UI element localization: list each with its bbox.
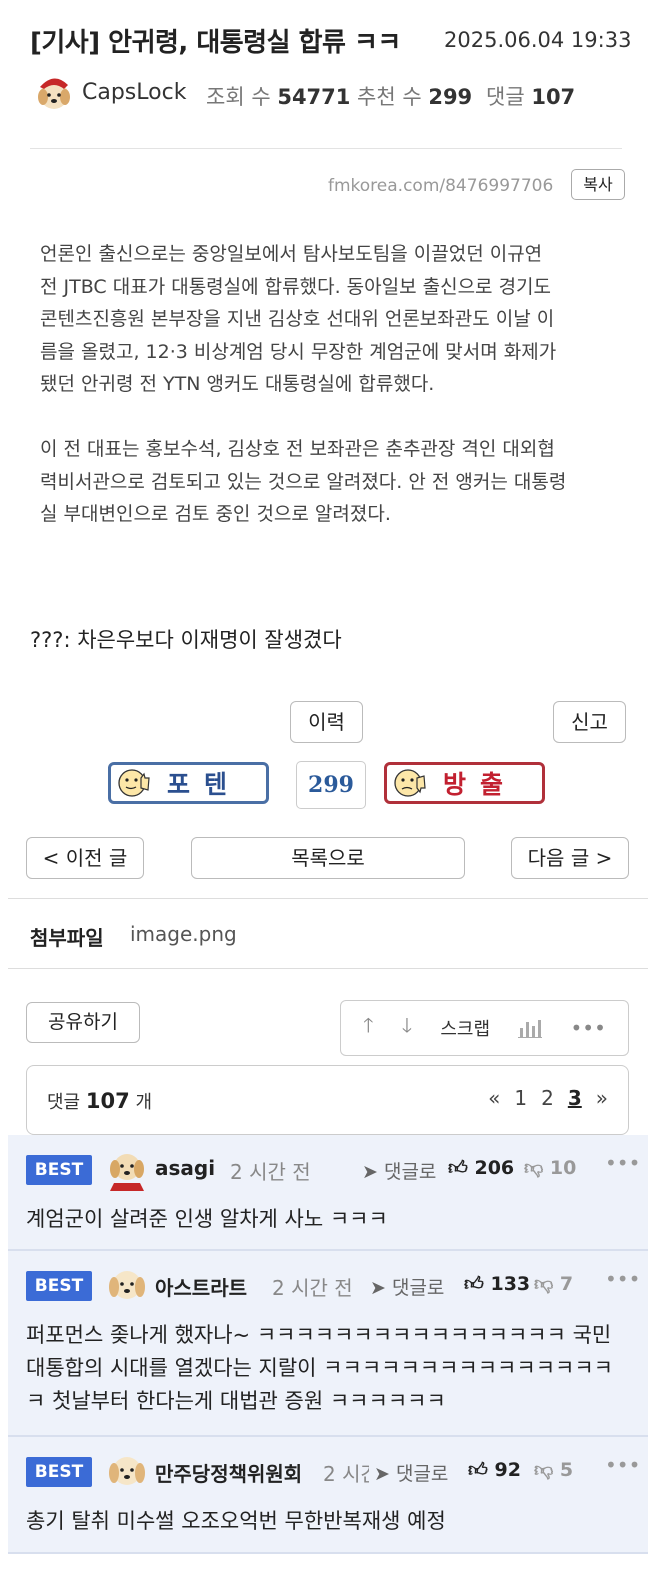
bar-chart-icon[interactable] (518, 1018, 543, 1038)
dog-avatar-icon[interactable] (106, 1263, 148, 1307)
send-icon: ➤ (374, 1463, 396, 1485)
back-to-list-button[interactable]: 목록으로 (191, 837, 465, 879)
divider (8, 898, 648, 899)
dog-avatar-icon[interactable] (106, 1449, 148, 1493)
recommend-label: 추천 수 (357, 85, 422, 109)
thumbs-down-icon: 👎︎ (524, 1157, 550, 1179)
recommend-count: 299 (428, 85, 473, 109)
arrow-down-icon[interactable]: 🡓 (402, 1011, 412, 1045)
reply-button[interactable]: ➤ 댓글로 (358, 1157, 437, 1184)
dog-avatar-icon[interactable] (106, 1147, 148, 1191)
thumbs-up-icon: 👍︎ (464, 1273, 491, 1295)
article-body: 언론인 출신으로는 중앙일보에서 탐사보도팀을 이끌었던 이규연 전 JTBC … (40, 238, 615, 563)
comment-time: 2 시간 전 (272, 1276, 353, 1300)
commenter-name[interactable]: 만주당정책위원회 (155, 1458, 302, 1487)
attachment-label: 첨부파일 (30, 926, 104, 950)
author-name[interactable]: CapsLock (82, 80, 186, 105)
thumbs-down-icon: 👎︎ (534, 1273, 560, 1295)
share-button[interactable]: 공유하기 (26, 1002, 140, 1043)
thumbs-up-face-icon (118, 769, 150, 797)
reply-button[interactable]: ➤ 댓글로 (366, 1273, 445, 1300)
page-link[interactable]: 2 (541, 1086, 554, 1110)
comment-upvote[interactable]: 👍︎ 206 (448, 1157, 514, 1180)
comment-time: 2 시간 전 (230, 1160, 311, 1184)
thumbs-down-icon: 👎︎ (534, 1459, 560, 1481)
commenter-name[interactable]: 아스트라트 (155, 1272, 247, 1301)
comment-text: 계엄군이 살려준 인생 알차게 사노 ㅋㅋㅋ (26, 1207, 388, 1231)
downvote-button[interactable]: 방출 (384, 762, 545, 804)
comment-summary: 댓글 107 개 « 1 2 3 » (26, 1065, 629, 1135)
prev-post-button[interactable]: < 이전 글 (26, 837, 144, 879)
comment-pagination: « 1 2 3 » (488, 1086, 608, 1110)
comment-item: BEST 만주당정책위원회 2 시간 전 ➤ 댓글로 👍︎ 92 👎︎ 5 ••… (8, 1437, 648, 1554)
comments-count: 107 (531, 85, 576, 109)
page-first[interactable]: « (488, 1086, 500, 1110)
post-toolbar: 🡑 🡓 스크랩 ••• (340, 1000, 629, 1056)
arrow-up-icon[interactable]: 🡑 (363, 1011, 373, 1045)
best-badge: BEST (26, 1155, 92, 1185)
article-paragraph: 이 전 대표는 홍보수석, 김상호 전 보좌관은 춘추관장 격인 대외협 력비서… (40, 438, 567, 525)
author-note: ???: 차은우보다 이재명이 잘생겼다 (30, 628, 342, 652)
downvote-label: 방출 (443, 770, 518, 799)
comments-stat: 댓글 107 (486, 81, 575, 111)
comment-upvote[interactable]: 👍︎ 92 (468, 1459, 521, 1482)
page-last[interactable]: » (596, 1086, 608, 1110)
thumbs-down-face-icon (394, 769, 426, 797)
post-title: [기사] 안귀령, 대통령실 합류 ㅋㅋ (30, 28, 401, 58)
post-url: fmkorea.com/8476997706 (328, 176, 554, 196)
next-post-button[interactable]: 다음 글 > (511, 837, 629, 879)
report-button[interactable]: 신고 (553, 701, 626, 743)
copy-url-button[interactable]: 복사 (571, 169, 625, 200)
comment-downvote[interactable]: 👎︎ 10 (524, 1157, 576, 1180)
article-paragraph: 언론인 출신으로는 중앙일보에서 탐사보도팀을 이끌었던 이규연 전 JTBC … (40, 243, 557, 395)
comment-count: 댓글 107 개 (47, 1089, 152, 1113)
comment-downvote[interactable]: 👎︎ 5 (534, 1459, 573, 1482)
send-icon: ➤ (370, 1277, 392, 1299)
upvote-label: 포텐 (167, 770, 242, 799)
history-button[interactable]: 이력 (290, 701, 363, 743)
commenter-name[interactable]: asagi (155, 1156, 215, 1180)
more-icon[interactable]: ••• (570, 1016, 605, 1040)
comment-item: BEST asagi 2 시간 전 ➤ 댓글로 👍︎ 206 👎︎ 10 •••… (8, 1135, 648, 1251)
comments-label: 댓글 (486, 85, 525, 109)
page-link[interactable]: 1 (514, 1086, 527, 1110)
views-stat: 조회 수 54771 (206, 81, 350, 111)
best-badge: BEST (26, 1271, 92, 1301)
comment-text: 퍼포먼스 좆나게 했자나~ ㅋㅋㅋㅋㅋㅋㅋㅋㅋㅋㅋㅋㅋㅋㅋㅋ 국민 대통합의 시… (26, 1323, 613, 1413)
views-count: 54771 (277, 85, 351, 109)
comment-text: 총기 탈취 미수썰 오조오억번 무한반복재생 예정 (26, 1509, 446, 1533)
send-icon: ➤ (362, 1161, 384, 1183)
vote-count: 299 (296, 761, 366, 809)
comment-item: BEST 아스트라트 2 시간 전 ➤ 댓글로 👍︎ 133 👎︎ 7 ••• … (8, 1251, 648, 1437)
author-avatar[interactable] (34, 73, 74, 113)
thumbs-up-icon: 👍︎ (448, 1157, 475, 1179)
comment-downvote[interactable]: 👎︎ 7 (534, 1273, 573, 1296)
views-label: 조회 수 (206, 85, 271, 109)
scrap-button[interactable]: 스크랩 (440, 1015, 490, 1041)
divider (8, 968, 648, 969)
comment-time: 2 시간 전 (323, 1462, 369, 1486)
divider (30, 148, 622, 149)
upvote-button[interactable]: 포텐 (108, 762, 269, 804)
more-icon[interactable]: ••• (605, 1453, 640, 1477)
post-datetime: 2025.06.04 19:33 (444, 28, 632, 52)
more-icon[interactable]: ••• (605, 1151, 640, 1175)
comment-upvote[interactable]: 👍︎ 133 (464, 1273, 530, 1296)
page-current[interactable]: 3 (568, 1086, 582, 1110)
thumbs-up-icon: 👍︎ (468, 1459, 495, 1481)
reply-button[interactable]: ➤ 댓글로 (370, 1459, 449, 1486)
best-badge: BEST (26, 1457, 92, 1487)
attachment-file-link[interactable]: image.png (130, 922, 237, 946)
more-icon[interactable]: ••• (605, 1267, 640, 1291)
recommend-stat: 추천 수 299 (357, 81, 472, 111)
